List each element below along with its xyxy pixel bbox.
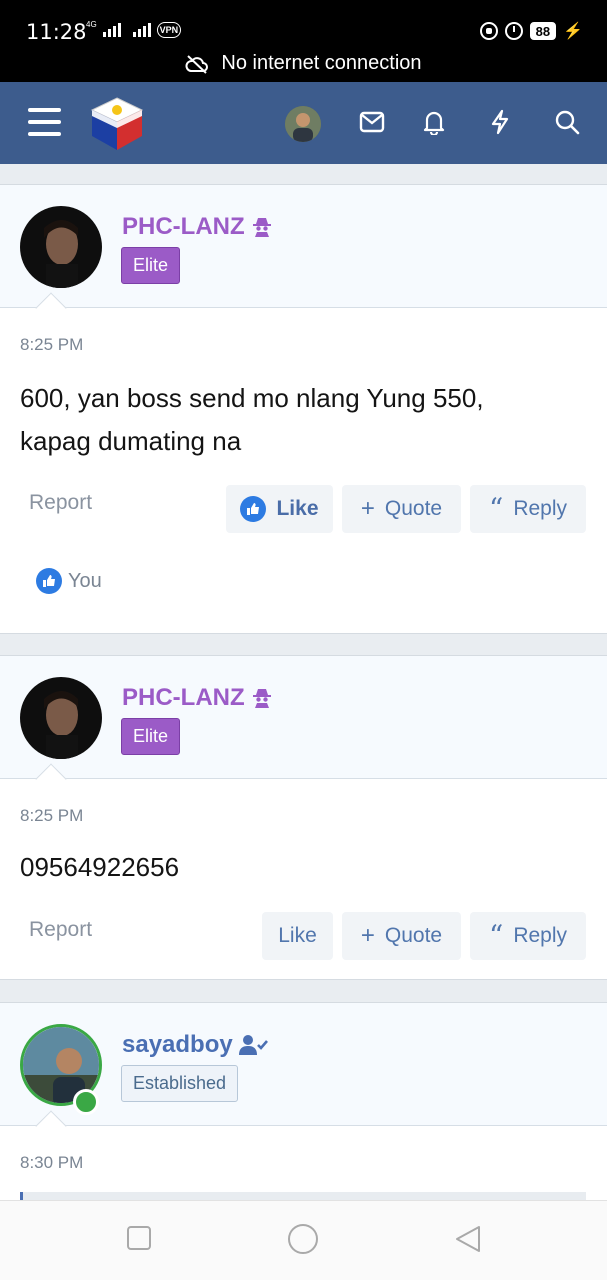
- header-pointer: [35, 292, 67, 324]
- charging-icon: ⚡: [563, 23, 583, 40]
- system-nav-bar: [0, 1200, 607, 1280]
- post-time[interactable]: 8:25 PM: [20, 806, 83, 826]
- post-actions: Report Like + Quote “ Reply: [0, 485, 607, 533]
- header-pointer: [35, 1110, 67, 1142]
- reply-button[interactable]: “ Reply: [470, 485, 586, 533]
- site-logo[interactable]: [88, 94, 146, 152]
- like-label: Like: [276, 497, 319, 520]
- thumbs-up-icon: [36, 568, 62, 594]
- post-actions: Report Like + Quote “ Reply: [0, 912, 607, 960]
- avatar[interactable]: [20, 677, 102, 759]
- connection-banner: No internet connection: [0, 52, 607, 75]
- connection-message: No internet connection: [221, 52, 422, 74]
- reply-label: Reply: [513, 497, 568, 520]
- network-label: 4G: [86, 19, 97, 29]
- post-item: sayadboy Established 8:30 PM: [0, 1002, 607, 1222]
- plus-icon: +: [360, 495, 375, 522]
- user-title-badge: Elite: [121, 247, 181, 284]
- username-text: PHC-LANZ: [122, 213, 245, 240]
- post-body-line: 600, yan boss send mo nlang Yung 550,: [20, 383, 484, 413]
- quote-button[interactable]: + Quote: [342, 485, 461, 533]
- status-bar: 11:28 4G VPN 88 ⚡ No internet connection: [0, 0, 607, 82]
- post-header: PHC-LANZ Elite: [0, 656, 607, 795]
- post-header: PHC-LANZ Elite: [0, 185, 607, 324]
- home-button[interactable]: [287, 1223, 319, 1255]
- post-item: PHC-LANZ Elite 8:25 PM 09564922656 Repor…: [0, 655, 607, 980]
- post-header: sayadboy Established: [0, 1003, 607, 1142]
- signal-icon-2: [132, 23, 151, 37]
- reaction-user: You: [68, 569, 102, 592]
- user-title-badge: Established: [121, 1065, 239, 1102]
- bell-icon[interactable]: [416, 104, 452, 140]
- lock-rotation-icon: [479, 22, 498, 40]
- username-text: sayadboy: [122, 1031, 233, 1058]
- hamburger-menu-icon[interactable]: [28, 108, 61, 136]
- quote-label: Quote: [384, 924, 443, 947]
- status-right-icons: 88 ⚡: [479, 21, 583, 41]
- username-link[interactable]: sayadboy: [122, 1031, 269, 1059]
- username-link[interactable]: PHC-LANZ: [122, 684, 273, 712]
- spy-icon: [252, 218, 271, 237]
- battery-level: 88: [529, 22, 557, 40]
- post-body: 09564922656: [20, 846, 179, 889]
- post-item: PHC-LANZ Elite 8:25 PM 600, yan boss sen…: [0, 184, 607, 634]
- post-body-line: kapag dumating na: [20, 426, 242, 456]
- recent-apps-button[interactable]: [126, 1225, 152, 1251]
- user-title-badge: Elite: [121, 718, 181, 755]
- reaction-summary[interactable]: You: [36, 568, 102, 594]
- vpn-icon: VPN: [156, 22, 182, 38]
- post-time[interactable]: 8:30 PM: [20, 1153, 83, 1173]
- like-label: Like: [278, 924, 317, 947]
- like-button[interactable]: Like: [262, 912, 333, 960]
- reply-button[interactable]: “ Reply: [470, 912, 586, 960]
- username-text: PHC-LANZ: [122, 684, 245, 711]
- quote-marks-icon: “: [488, 492, 504, 525]
- search-icon[interactable]: [549, 104, 585, 140]
- online-status-icon: [73, 1089, 99, 1115]
- avatar[interactable]: [20, 206, 102, 288]
- back-button[interactable]: [455, 1225, 481, 1253]
- user-avatar-image: [285, 106, 321, 142]
- thumbs-up-icon: [240, 496, 267, 522]
- spy-icon: [252, 689, 271, 708]
- header-avatar[interactable]: [285, 106, 321, 142]
- quote-marks-icon: “: [488, 919, 504, 952]
- verified-user-icon: [238, 1035, 268, 1055]
- mail-icon[interactable]: [354, 104, 390, 140]
- plus-icon: +: [360, 922, 375, 949]
- quote-label: Quote: [384, 497, 443, 520]
- quote-button[interactable]: + Quote: [342, 912, 461, 960]
- post-body: 600, yan boss send mo nlang Yung 550, ka…: [20, 377, 484, 463]
- app-header: [0, 82, 607, 164]
- reply-label: Reply: [513, 924, 568, 947]
- signal-icon: [102, 23, 121, 37]
- post-time[interactable]: 8:25 PM: [20, 335, 83, 355]
- report-link[interactable]: Report: [29, 491, 92, 515]
- report-link[interactable]: Report: [29, 918, 92, 942]
- post-body-line: 09564922656: [20, 852, 180, 882]
- username-link[interactable]: PHC-LANZ: [122, 213, 273, 241]
- status-left-icons: 4G VPN: [86, 19, 182, 38]
- cloud-off-icon: [185, 54, 209, 74]
- status-time: 11:28: [26, 20, 87, 44]
- header-pointer: [35, 763, 67, 795]
- like-button[interactable]: Like: [226, 485, 333, 533]
- bolt-icon[interactable]: [482, 104, 518, 140]
- alarm-icon: [504, 22, 523, 40]
